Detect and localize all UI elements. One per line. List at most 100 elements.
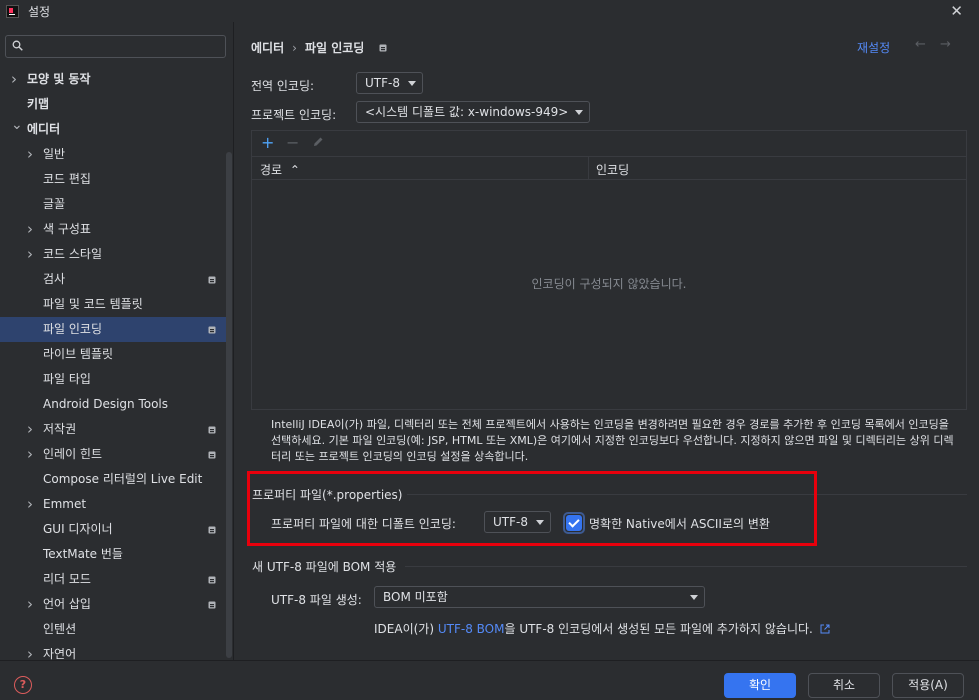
sidebar-item-label: 코드 스타일 [43,247,103,261]
sidebar-item-label: 파일 인코딩 [43,322,103,336]
title-bar: 설정 ✕ [0,0,979,22]
global-encoding-value: UTF-8 [365,76,400,90]
chevron-right-icon[interactable]: › [27,242,37,267]
bom-note-suffix: 을 UTF-8 인코딩에서 생성된 모든 파일에 추가하지 않습니다. [504,622,813,636]
chevron-right-icon[interactable]: › [27,417,37,442]
sidebar-item-label: 키맵 [27,97,50,111]
column-path-label: 경로 [260,163,283,177]
search-box[interactable] [5,35,226,58]
sidebar-item[interactable]: › 모양 및 동작 [0,67,226,92]
sidebar-item[interactable]: 글꼴 [0,192,226,217]
project-scope-icon [208,576,216,584]
dialog-footer: ? 확인 취소 적용(A) [0,660,979,700]
project-encoding-value: <시스템 디폴트 값: x-windows-949> [365,105,569,119]
arrow-left-icon[interactable]: ← [915,37,926,52]
main-panel: 에디터 › 파일 인코딩 재설정 ← → 전역 인코딩: UTF-8 프로젝트 인코… [235,22,979,660]
sidebar-item[interactable]: 파일 타입 [0,367,226,392]
sidebar-item-label: 파일 및 코드 템플릿 [43,297,143,311]
search-icon [12,40,23,51]
table-toolbar: + − [252,131,966,156]
column-header-path[interactable]: 경로 ⌃ [260,161,300,178]
sidebar-item[interactable]: ⌄ 에디터 [0,117,226,142]
settings-tree: › 모양 및 동작 키맵 ⌄ 에디터 › 일반 코드 편집 글꼴 › 색 구성표 › 코드 스타일 검사 파… [0,67,226,667]
sidebar-item[interactable]: Compose 리터럴의 Live Edit [0,467,226,492]
reset-link[interactable]: 재설정 [857,39,890,56]
chevron-down-icon [408,81,416,86]
add-icon[interactable]: + [261,134,274,152]
table-header: 경로 ⌃ 인코딩 [252,156,966,180]
utf8-bom-link[interactable]: UTF-8 BOM [438,622,505,636]
apply-button[interactable]: 적용(A) [892,673,964,698]
sidebar-scrollbar[interactable] [226,152,232,658]
ok-button[interactable]: 확인 [724,673,796,698]
sidebar-item[interactable]: 리더 모드 [0,567,226,592]
sidebar-item-label: 색 구성표 [43,222,91,236]
sidebar-item-label: 파일 타입 [43,372,91,386]
sidebar-item[interactable]: TextMate 번들 [0,542,226,567]
breadcrumb-parent[interactable]: 에디터 [251,41,284,55]
sidebar-item[interactable]: 코드 편집 [0,167,226,192]
sidebar-item-label: 검사 [43,272,66,286]
project-scope-icon [208,326,216,334]
sidebar-item[interactable]: 검사 [0,267,226,292]
sidebar-item[interactable]: GUI 디자이너 [0,517,226,542]
sidebar-item[interactable]: 파일 및 코드 템플릿 [0,292,226,317]
sidebar-item-label: 인텐션 [43,622,77,636]
project-scope-icon [208,451,216,459]
project-scope-icon [379,44,387,52]
sidebar-item-label: 에디터 [27,122,61,136]
pencil-icon[interactable] [312,136,324,148]
column-header-encoding[interactable]: 인코딩 [596,161,629,178]
highlight-annotation [247,471,817,546]
global-encoding-select[interactable]: UTF-8 [356,72,423,94]
sidebar-item[interactable]: 라이브 템플릿 [0,342,226,367]
chevron-right-icon[interactable]: › [27,492,37,517]
close-icon[interactable]: ✕ [950,2,963,20]
breadcrumb-separator: › [292,41,297,55]
sidebar-item[interactable]: › 인레이 힌트 [0,442,226,467]
chevron-down-icon[interactable]: ⌄ [11,113,23,138]
sidebar-item[interactable]: › 언어 삽입 [0,592,226,617]
chevron-down-icon [575,110,583,115]
arrow-right-icon[interactable]: → [940,37,951,52]
chevron-right-icon[interactable]: › [11,67,21,92]
chevron-down-icon [690,595,698,600]
sidebar-item[interactable]: › 코드 스타일 [0,242,226,267]
settings-sidebar: › 모양 및 동작 키맵 ⌄ 에디터 › 일반 코드 편집 글꼴 › 색 구성표 › 코드 스타일 검사 파… [0,22,234,663]
sidebar-item[interactable]: › 색 구성표 [0,217,226,242]
bom-create-select[interactable]: BOM 미포함 [374,586,705,608]
sidebar-item[interactable]: 키맵 [0,92,226,117]
sidebar-item-label: Compose 리터럴의 Live Edit [43,472,203,486]
sidebar-item[interactable]: 파일 인코딩 [0,317,226,342]
encoding-help-text: IntelliJ IDEA이(가) 파일, 디렉터리 또는 전체 프로젝트에서 … [271,418,954,463]
sidebar-item-label: 글꼴 [43,197,66,211]
sidebar-item[interactable]: › Emmet [0,492,226,517]
search-input[interactable] [30,38,220,55]
window-title: 설정 [28,4,51,19]
sidebar-item-label: 인레이 힌트 [43,447,103,461]
external-link-icon[interactable] [820,624,830,634]
bom-section-title: 새 UTF-8 파일에 BOM 적용 [252,560,397,574]
chevron-right-icon[interactable]: › [27,592,37,617]
sidebar-item[interactable]: Android Design Tools [0,392,226,417]
help-icon[interactable]: ? [14,676,32,694]
remove-icon[interactable]: − [286,134,299,152]
bom-create-value: BOM 미포함 [383,590,448,604]
chevron-right-icon[interactable]: › [27,142,37,167]
breadcrumb: 에디터 › 파일 인코딩 [251,39,387,56]
chevron-right-icon[interactable]: › [27,217,37,242]
sidebar-item[interactable]: › 일반 [0,142,226,167]
chevron-right-icon[interactable]: › [27,442,37,467]
cancel-button[interactable]: 취소 [808,673,880,698]
sidebar-item[interactable]: 인텐션 [0,617,226,642]
column-divider[interactable] [588,157,589,180]
sidebar-item-label: Emmet [43,497,87,511]
bom-note-prefix: IDEA이(가) [374,622,438,636]
sidebar-item[interactable]: › 저작권 [0,417,226,442]
sidebar-item-label: TextMate 번들 [43,547,123,561]
global-encoding-label: 전역 인코딩: [251,79,315,93]
section-divider [405,566,967,567]
project-encoding-select[interactable]: <시스템 디폴트 값: x-windows-949> [356,101,590,123]
project-scope-icon [208,426,216,434]
sidebar-item-label: 리더 모드 [43,572,91,586]
